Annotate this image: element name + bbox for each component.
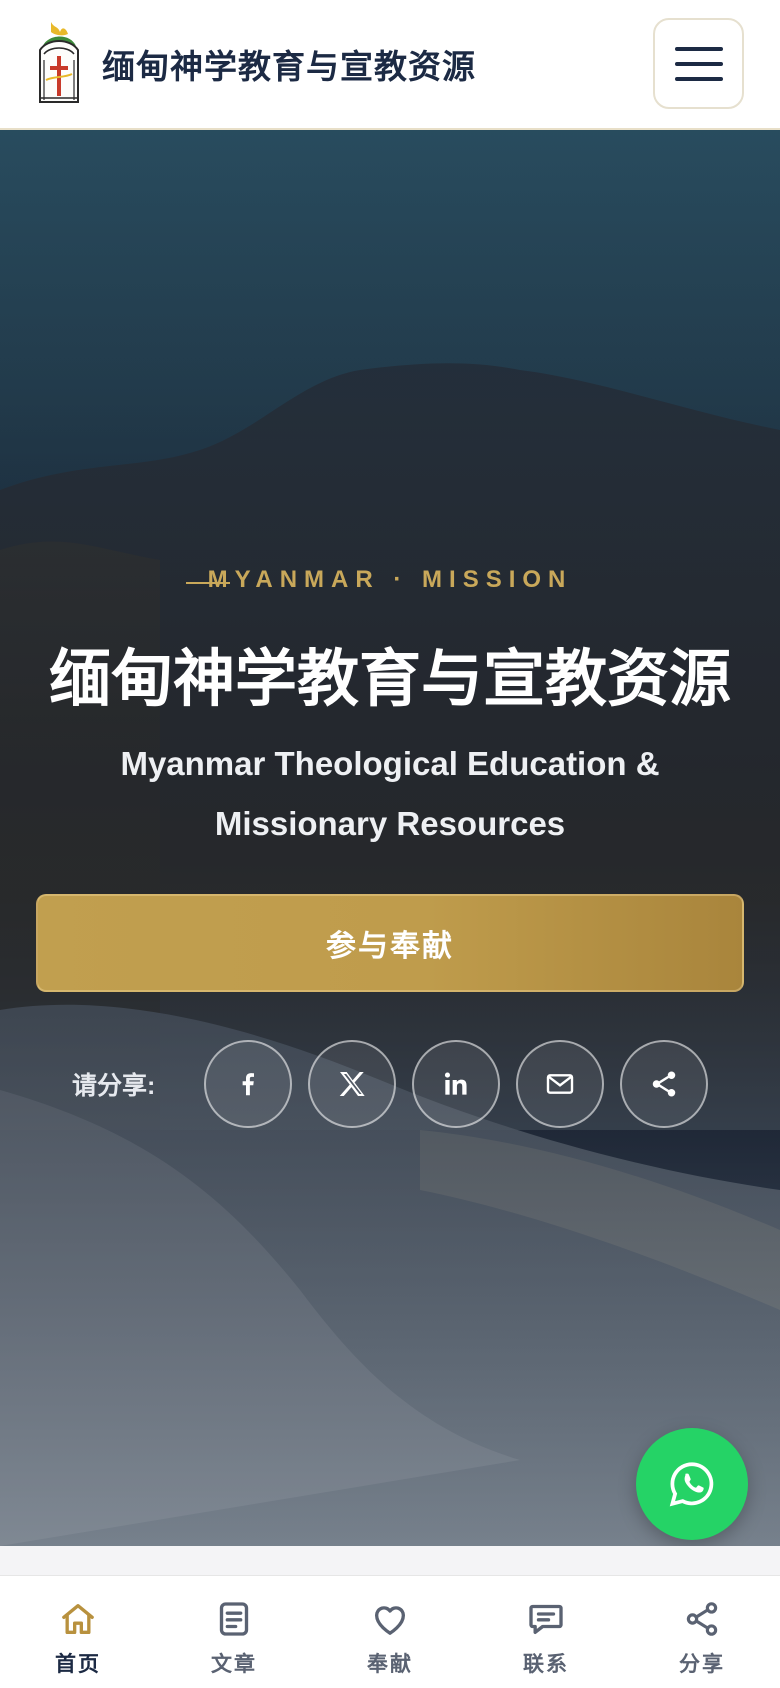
- share-more-button[interactable]: [620, 1040, 708, 1128]
- email-icon: [546, 1074, 574, 1094]
- share-icon: [652, 1071, 676, 1097]
- hero-eyebrow: MYANMAR · MISSION: [207, 566, 573, 593]
- share-email-button[interactable]: [516, 1040, 604, 1128]
- nav-label-contact: 联系: [523, 1653, 569, 1676]
- nav-label-home: 首页: [55, 1653, 101, 1676]
- site-title[interactable]: 缅甸神学教育与宣教资源: [102, 40, 476, 88]
- nav-item-home[interactable]: 首页: [0, 1576, 156, 1688]
- heart-icon: [369, 1598, 411, 1640]
- nav-label-share: 分享: [679, 1653, 725, 1676]
- hamburger-menu-button[interactable]: [653, 18, 744, 109]
- whatsapp-icon: [669, 1462, 714, 1507]
- nav-label-donate: 奉献: [367, 1653, 413, 1676]
- share-icon: [681, 1598, 723, 1640]
- nav-item-contact[interactable]: 联系: [468, 1576, 624, 1688]
- article-icon: [213, 1598, 255, 1640]
- site-header: 缅甸神学教育与宣教资源: [0, 0, 780, 130]
- share-x-button[interactable]: [308, 1040, 396, 1128]
- share-label: 请分享:: [72, 1072, 156, 1100]
- share-linkedin-button[interactable]: [412, 1040, 500, 1128]
- x-twitter-icon: [339, 1072, 365, 1096]
- donate-button[interactable]: 参与奉献: [36, 894, 744, 992]
- share-facebook-button[interactable]: [204, 1040, 292, 1128]
- bottom-navigation: 首页 文章 奉献 联系 分享: [0, 1575, 780, 1688]
- whatsapp-button[interactable]: [636, 1428, 748, 1540]
- facebook-icon: [242, 1073, 254, 1096]
- linkedin-icon: [444, 1072, 467, 1095]
- hero-subtitle: Myanmar Theological Education & Missiona…: [120, 745, 660, 842]
- hero-section: MYANMAR · MISSION 缅甸神学教育与宣教资源 Myanmar Th…: [0, 130, 780, 1546]
- nav-item-donate[interactable]: 奉献: [312, 1576, 468, 1688]
- home-icon: [57, 1598, 99, 1640]
- nav-item-share[interactable]: 分享: [624, 1576, 780, 1688]
- nav-label-articles: 文章: [211, 1653, 257, 1676]
- cross-emblem-icon[interactable]: [36, 20, 82, 106]
- nav-item-articles[interactable]: 文章: [156, 1576, 312, 1688]
- chat-icon: [525, 1598, 567, 1640]
- hamburger-menu-icon: [674, 46, 723, 51]
- hero-title: 缅甸神学教育与宣教资源: [48, 642, 731, 715]
